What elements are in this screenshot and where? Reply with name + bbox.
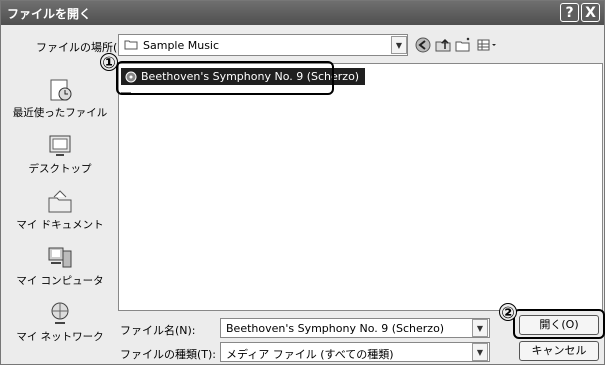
place-desktop[interactable]: デスクトップ [5, 133, 115, 176]
place-label: マイ ドキュメント [16, 219, 104, 231]
title-bar: ファイルを開く ? X [1, 1, 604, 25]
place-label: マイ コンピュータ [16, 275, 104, 287]
filename-value: Beethoven's Symphony No. 9 (Scherzo) [226, 322, 445, 335]
callout-highlight-2 [513, 309, 605, 339]
my-network-icon [51, 302, 69, 324]
callout-number-2: ② [499, 303, 517, 321]
location-value: Sample Music [143, 39, 220, 52]
my-computer-icon [48, 247, 72, 268]
view-menu-icon[interactable] [476, 36, 498, 54]
filetype-label: ファイルの種類(T): [120, 348, 217, 361]
place-my-network[interactable]: マイ ネットワーク [5, 301, 115, 344]
up-folder-icon[interactable] [434, 36, 452, 54]
recent-documents-icon [50, 79, 72, 101]
back-icon[interactable] [414, 36, 432, 54]
callout-number-1: ① [100, 53, 118, 71]
callout-highlight-1 [116, 61, 334, 95]
chevron-down-icon[interactable]: ▼ [391, 36, 407, 54]
folder-icon [124, 40, 138, 50]
chevron-down-icon[interactable]: ▼ [472, 343, 488, 361]
place-recent[interactable]: 最近使ったファイル [5, 77, 115, 120]
filename-label: ファイル名(N): [120, 324, 196, 337]
open-file-dialog: ファイルを開く ? X ファイルの場所(I): Sample Music ▼ 最… [0, 0, 605, 365]
cancel-button[interactable]: キャンセル [519, 341, 599, 361]
window-title: ファイルを開く [7, 7, 92, 21]
desktop-icon [49, 135, 71, 156]
place-my-documents[interactable]: マイ ドキュメント [5, 189, 115, 232]
chevron-down-icon[interactable]: ▼ [472, 319, 488, 337]
filetype-value: メディア ファイル (すべての種類) [226, 348, 394, 361]
close-button[interactable]: X [581, 3, 600, 22]
place-label: デスクトップ [28, 163, 92, 175]
new-folder-icon[interactable] [454, 36, 472, 54]
filetype-select[interactable]: メディア ファイル (すべての種類) ▼ [220, 342, 490, 362]
places-bar: 最近使ったファイル デスクトップ マイ ドキュメント マイ コンピュータ マイ … [5, 61, 115, 351]
file-list[interactable]: Beethoven's Symphony No. 9 (Scherzo) [118, 63, 603, 311]
place-label: マイ ネットワーク [16, 331, 104, 343]
help-button[interactable]: ? [560, 3, 579, 22]
my-documents-icon [48, 190, 72, 213]
place-label: 最近使ったファイル [12, 107, 108, 119]
location-combo[interactable]: Sample Music ▼ [118, 34, 408, 56]
place-my-computer[interactable]: マイ コンピュータ [5, 245, 115, 288]
filename-field[interactable]: Beethoven's Symphony No. 9 (Scherzo) ▼ [220, 318, 490, 338]
